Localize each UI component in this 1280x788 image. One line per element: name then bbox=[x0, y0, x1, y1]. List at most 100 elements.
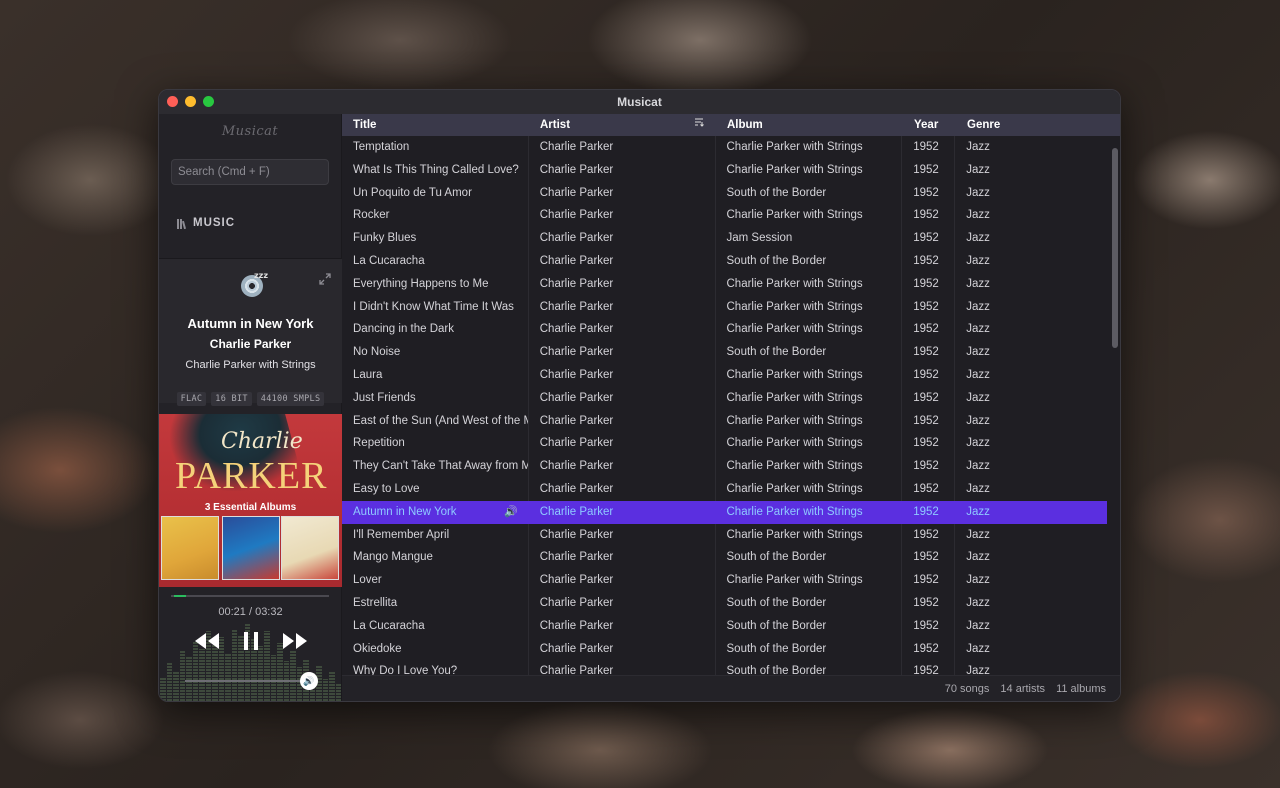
table-row[interactable]: Rocker Charlie Parker Charlie Parker with … bbox=[342, 204, 1107, 228]
table-row[interactable]: I Didn't Know What Time It Was Charlie Pa… bbox=[342, 295, 1107, 319]
cell-album: South of the Border bbox=[716, 591, 903, 615]
table-row[interactable]: Temptation Charlie Parker Charlie Parker w… bbox=[342, 136, 1107, 159]
cell-year: 1952 bbox=[902, 432, 956, 456]
table-row[interactable]: No Noise Charlie Parker South of the Borde… bbox=[342, 341, 1107, 364]
cell-year: 1952 bbox=[902, 318, 956, 342]
cell-title: Rocker bbox=[342, 204, 529, 228]
cell-title: Un Poquito de Tu Amor bbox=[342, 181, 529, 205]
pause-icon[interactable] bbox=[242, 631, 260, 654]
artwork-inset-cover bbox=[161, 516, 219, 580]
column-header-genre[interactable]: Genre bbox=[956, 114, 1108, 136]
table-row[interactable]: Mango Mangue Charlie Parker South of the B… bbox=[342, 546, 1107, 570]
cell-artist: Charlie Parker bbox=[529, 409, 716, 433]
close-window-button[interactable] bbox=[167, 96, 178, 107]
cell-artist: Charlie Parker bbox=[529, 318, 716, 342]
column-header-album[interactable]: Album bbox=[716, 114, 903, 136]
cell-title: Laura bbox=[342, 363, 529, 387]
cell-genre: Jazz bbox=[966, 300, 990, 313]
library-stats-footer: 70 songs 14 artists 11 albums bbox=[342, 675, 1120, 701]
cell-album: Charlie Parker with Strings bbox=[716, 523, 903, 547]
cell-artist: Charlie Parker bbox=[529, 204, 716, 228]
table-row[interactable]: Funky Blues Charlie Parker Jam Session 1952… bbox=[342, 227, 1107, 250]
cell-album: Charlie Parker with Strings bbox=[716, 272, 903, 296]
cell-genre: Jazz bbox=[966, 209, 990, 222]
column-header-artist[interactable]: Artist bbox=[529, 114, 716, 136]
cell-genre: Jazz bbox=[966, 277, 990, 290]
cell-album: South of the Border bbox=[716, 249, 903, 273]
cell-album: Charlie Parker with Strings bbox=[716, 318, 903, 342]
cell-artist: Charlie Parker bbox=[529, 341, 716, 364]
cell-album: Charlie Parker with Strings bbox=[716, 432, 903, 456]
table-row[interactable]: Why Do I Love You? Charlie Parker South of… bbox=[342, 660, 1107, 675]
column-header-year[interactable]: Year bbox=[903, 114, 956, 136]
table-row[interactable]: Laura Charlie Parker Charlie Parker with S… bbox=[342, 363, 1107, 387]
song-count: 70 songs bbox=[944, 682, 990, 695]
cell-title: Okiedoke bbox=[342, 637, 529, 661]
zoom-window-button[interactable] bbox=[203, 96, 214, 107]
cell-genre: Jazz bbox=[966, 482, 990, 495]
volume-slider[interactable] bbox=[185, 680, 315, 682]
cell-artist: Charlie Parker bbox=[529, 569, 716, 592]
volume-knob-speaker-icon[interactable]: 🔊 bbox=[300, 672, 318, 690]
cell-album: South of the Border bbox=[716, 660, 903, 675]
sort-icon[interactable] bbox=[694, 114, 704, 136]
cell-artist: Charlie Parker bbox=[529, 477, 716, 501]
seek-bar-fill bbox=[174, 595, 186, 597]
cell-genre: Jazz bbox=[966, 414, 990, 427]
rewind-icon[interactable] bbox=[194, 632, 220, 653]
seek-bar[interactable] bbox=[171, 595, 329, 597]
table-row[interactable]: Everything Happens to Me Charlie Parker Ch… bbox=[342, 272, 1107, 296]
fast-forward-icon[interactable] bbox=[282, 632, 308, 653]
title-bar: Musicat bbox=[159, 90, 1120, 114]
table-row[interactable]: Okiedoke Charlie Parker South of the Borde… bbox=[342, 637, 1107, 661]
cell-title: What Is This Thing Called Love? bbox=[342, 158, 529, 182]
table-row[interactable]: Estrellita Charlie Parker South of the Bor… bbox=[342, 591, 1107, 615]
sidebar-item-music[interactable]: MUSIC bbox=[177, 217, 235, 229]
table-row[interactable]: La Cucaracha Charlie Parker South of the B… bbox=[342, 614, 1107, 638]
cell-genre: Jazz bbox=[966, 141, 990, 153]
cell-title: Dancing in the Dark bbox=[342, 318, 529, 342]
album-artwork[interactable]: Charlie PARKER 3 Essential Albums bbox=[159, 414, 342, 587]
table-row[interactable]: Dancing in the Dark Charlie Parker Charlie… bbox=[342, 318, 1107, 342]
cell-title: They Can't Take That Away from M bbox=[342, 455, 529, 478]
now-playing-artist: Charlie Parker bbox=[209, 337, 292, 351]
table-row[interactable]: What Is This Thing Called Love? Charlie P… bbox=[342, 158, 1107, 182]
cell-year: 1952 bbox=[902, 227, 956, 250]
search-input[interactable] bbox=[171, 159, 329, 185]
table-row[interactable]: La Cucaracha Charlie Parker South of the B… bbox=[342, 249, 1107, 273]
cell-album: Charlie Parker with Strings bbox=[716, 455, 903, 478]
cell-genre: Jazz bbox=[966, 551, 990, 564]
cell-year: 1952 bbox=[902, 136, 956, 159]
table-header: Title Artist Album Year Genre bbox=[342, 114, 1120, 136]
cell-artist: Charlie Parker bbox=[529, 614, 716, 638]
cell-album: Charlie Parker with Strings bbox=[716, 158, 903, 182]
table-row[interactable]: Just Friends Charlie Parker Charlie Parker… bbox=[342, 386, 1107, 410]
cell-title: Everything Happens to Me bbox=[342, 272, 529, 296]
table-row[interactable]: Easy to Love Charlie Parker Charlie Parker… bbox=[342, 477, 1107, 501]
table-row[interactable]: East of the Sun (And West of the M Charli… bbox=[342, 409, 1107, 433]
artwork-title-text: PARKER bbox=[175, 455, 328, 497]
cell-year: 1952 bbox=[902, 546, 956, 570]
table-row[interactable]: Un Poquito de Tu Amor Charlie Parker South… bbox=[342, 181, 1107, 205]
cell-genre: Jazz bbox=[966, 232, 990, 245]
artwork-script-text: Charlie bbox=[221, 429, 303, 454]
cell-genre: Jazz bbox=[966, 619, 990, 632]
cd-icon: zzz bbox=[241, 271, 268, 297]
sidebar: Musicat MUSIC zzz Autumn in New York Cha… bbox=[159, 114, 342, 701]
table-row[interactable]: They Can't Take That Away from M Charlie … bbox=[342, 455, 1107, 478]
expand-icon[interactable] bbox=[318, 272, 332, 286]
table-row[interactable]: Repetition Charlie Parker Charlie Parker w… bbox=[342, 432, 1107, 456]
artwork-subtitle-text: 3 Essential Albums bbox=[204, 502, 297, 513]
column-header-title[interactable]: Title bbox=[342, 114, 529, 136]
cell-title: Repetition bbox=[342, 432, 529, 456]
table-row[interactable]: I'll Remember April Charlie Parker Charlie… bbox=[342, 523, 1107, 547]
table-row[interactable]: Lover Charlie Parker Charlie Parker with S… bbox=[342, 569, 1107, 592]
scrollbar[interactable] bbox=[1112, 148, 1118, 348]
table-row[interactable]: Autumn in New York 🔊 Charlie Parker Charlie… bbox=[342, 500, 1107, 524]
window-title: Musicat bbox=[617, 95, 662, 109]
cell-album: South of the Border bbox=[716, 341, 903, 364]
minimize-window-button[interactable] bbox=[185, 96, 196, 107]
column-header-label: Artist bbox=[540, 119, 571, 131]
cell-year: 1952 bbox=[902, 523, 956, 547]
cell-year: 1952 bbox=[902, 569, 956, 592]
